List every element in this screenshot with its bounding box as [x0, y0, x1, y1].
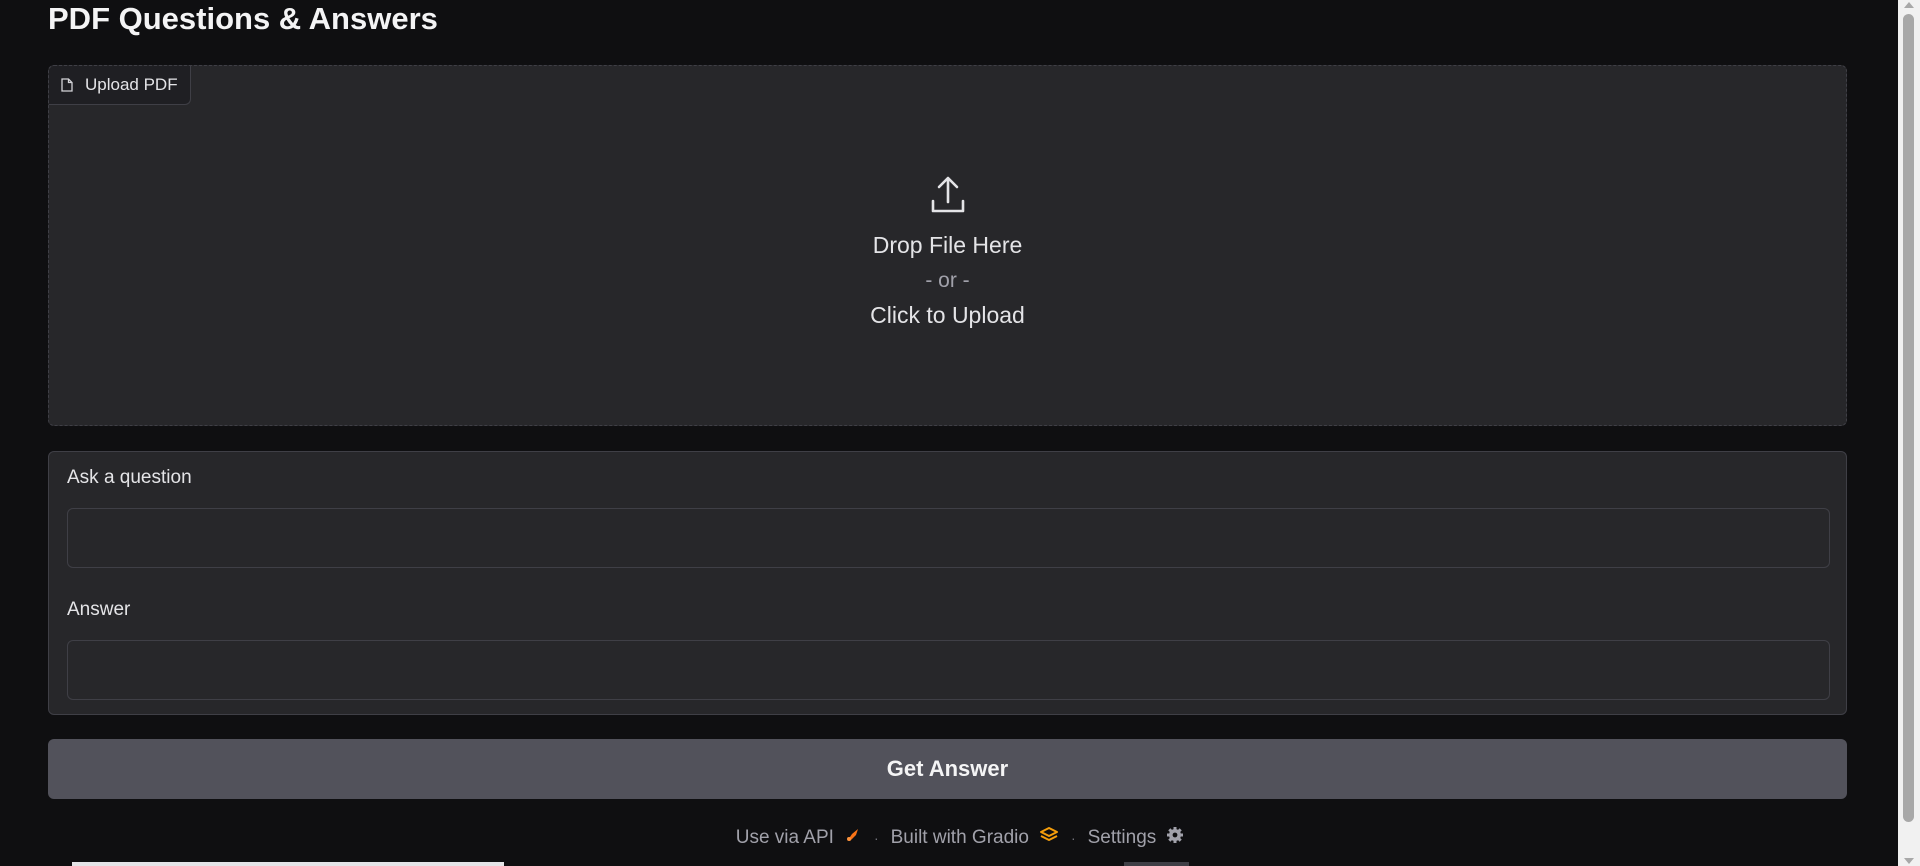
settings-link-label: Settings: [1087, 827, 1157, 848]
or-separator-text: - or -: [925, 269, 970, 292]
footer: Use via API · Built with Gradio · Settin…: [0, 822, 1920, 854]
question-label: Ask a question: [67, 467, 192, 488]
scroll-down-icon[interactable]: [1904, 858, 1914, 864]
vertical-scrollbar[interactable]: [1898, 0, 1920, 866]
footer-separator: ·: [873, 830, 879, 846]
pdf-upload-dropzone[interactable]: Upload PDF Drop File Here - or - Click t…: [48, 65, 1847, 426]
api-link-label: Use via API: [735, 827, 834, 848]
bottom-bar-segment: [1124, 862, 1189, 866]
settings-link[interactable]: Settings: [1088, 826, 1185, 850]
upload-icon: [930, 176, 966, 216]
question-input[interactable]: [67, 508, 1830, 568]
upload-prompt: Drop File Here - or - Click to Upload: [49, 176, 1846, 330]
rocket-icon: [844, 826, 862, 850]
gear-icon: [1166, 826, 1184, 850]
qa-form-block: Ask a question Answer: [48, 451, 1847, 715]
scrollbar-thumb[interactable]: [1903, 14, 1914, 822]
scroll-up-icon[interactable]: [1904, 2, 1914, 8]
built-with-gradio-link[interactable]: Built with Gradio: [891, 826, 1059, 850]
upload-tag-text: Upload PDF: [85, 75, 178, 94]
page: PDF Questions & Answers Upload PDF Drop …: [0, 0, 1920, 866]
gradio-link-label: Built with Gradio: [890, 827, 1029, 848]
use-via-api-link[interactable]: Use via API: [736, 826, 862, 850]
click-to-upload-text[interactable]: Click to Upload: [870, 300, 1025, 330]
page-title: PDF Questions & Answers: [48, 1, 438, 36]
answer-label: Answer: [67, 599, 131, 620]
drop-file-text: Drop File Here: [872, 232, 1023, 258]
gradio-logo-icon: [1039, 826, 1059, 850]
upload-block-label: Upload PDF: [49, 66, 191, 105]
get-answer-button[interactable]: Get Answer: [48, 739, 1847, 799]
file-icon: [61, 78, 73, 92]
bottom-bar-segment: [72, 862, 504, 866]
footer-separator: ·: [1070, 830, 1076, 846]
answer-output[interactable]: [67, 640, 1830, 700]
app-container: PDF Questions & Answers Upload PDF Drop …: [48, 0, 1849, 799]
